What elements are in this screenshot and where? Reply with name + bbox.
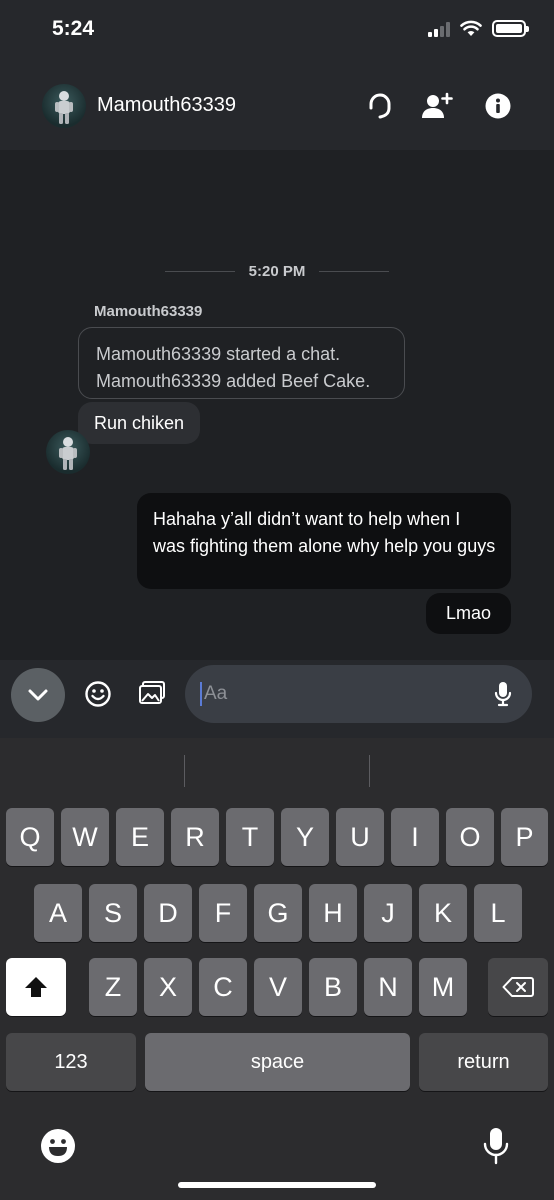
key-h[interactable]: H (309, 884, 357, 942)
space-key[interactable]: space (145, 1033, 410, 1091)
wifi-icon (460, 20, 482, 36)
key-l[interactable]: L (474, 884, 522, 942)
chat-header: Mamouth63339 (0, 62, 554, 150)
return-key[interactable]: return (419, 1033, 548, 1091)
keyboard: Q W E R T Y U I O P A S D F G H J K L Z … (0, 738, 554, 1200)
key-f[interactable]: F (199, 884, 247, 942)
text-caret (200, 682, 202, 706)
key-n[interactable]: N (364, 958, 412, 1016)
astronaut-avatar-icon (59, 437, 77, 470)
emoji-button[interactable] (84, 680, 112, 713)
time-divider-label: 5:20 PM (248, 263, 306, 280)
key-j[interactable]: J (364, 884, 412, 942)
key-s[interactable]: S (89, 884, 137, 942)
divider-line (165, 271, 235, 272)
shift-icon (25, 977, 47, 997)
system-message: Mamouth63339 started a chat. Mamouth6333… (78, 327, 405, 399)
battery-icon (492, 20, 529, 37)
voice-chat-button[interactable] (360, 86, 400, 126)
key-p[interactable]: P (501, 808, 548, 866)
astronaut-avatar-icon (55, 91, 73, 124)
image-icon (139, 681, 165, 704)
key-b[interactable]: B (309, 958, 357, 1016)
system-message-line: Mamouth63339 added Beef Cake. (96, 371, 371, 391)
key-v[interactable]: V (254, 958, 302, 1016)
key-w[interactable]: W (61, 808, 109, 866)
sender-avatar[interactable] (46, 430, 90, 474)
status-time: 5:24 (52, 17, 95, 40)
message-input-placeholder: Aa (204, 683, 228, 704)
sender-name: Mamouth63339 (94, 303, 203, 320)
home-indicator[interactable] (178, 1182, 376, 1188)
key-e[interactable]: E (116, 808, 164, 866)
message-input[interactable]: Aa (185, 665, 532, 723)
divider-line (319, 271, 390, 272)
backspace-icon (502, 977, 534, 997)
shift-key[interactable] (6, 958, 66, 1016)
key-t[interactable]: T (226, 808, 274, 866)
incoming-message[interactable]: Run chiken (78, 402, 201, 444)
info-icon (485, 93, 511, 119)
chat-info-button[interactable] (478, 86, 518, 126)
predictive-text-bar[interactable] (0, 738, 554, 802)
key-g[interactable]: G (254, 884, 302, 942)
headset-icon (369, 93, 391, 119)
emoji-icon (41, 1129, 75, 1163)
microphone-icon (494, 682, 512, 707)
message-list[interactable]: 5:20 PM Mamouth63339 Mamouth63339 starte… (0, 150, 554, 660)
key-x[interactable]: X (144, 958, 192, 1016)
outgoing-message[interactable]: Hahaha y’all didn’t want to help when I … (137, 493, 511, 589)
key-r[interactable]: R (171, 808, 219, 866)
chevron-down-icon (28, 689, 48, 701)
backspace-key[interactable] (488, 958, 548, 1016)
cellular-signal-icon (428, 21, 450, 37)
avatar[interactable] (42, 84, 86, 128)
key-o[interactable]: O (446, 808, 494, 866)
attach-image-button[interactable] (138, 680, 166, 711)
status-bar: 5:24 (0, 0, 554, 62)
emoji-icon (85, 681, 111, 707)
message-input-bar: Aa (0, 660, 554, 738)
key-y[interactable]: Y (281, 808, 329, 866)
key-u[interactable]: U (336, 808, 384, 866)
key-m[interactable]: M (419, 958, 467, 1016)
prediction-divider (369, 755, 370, 787)
key-z[interactable]: Z (89, 958, 137, 1016)
key-i[interactable]: I (391, 808, 439, 866)
key-d[interactable]: D (144, 884, 192, 942)
dictation-button[interactable] (481, 1126, 511, 1171)
keyboard-emoji-button[interactable] (40, 1128, 76, 1169)
microphone-icon (483, 1128, 509, 1165)
numbers-key[interactable]: 123 (6, 1033, 136, 1091)
outgoing-message[interactable]: Lmao (426, 593, 511, 634)
add-friend-icon (422, 92, 453, 118)
prediction-divider (184, 755, 185, 787)
key-q[interactable]: Q (6, 808, 54, 866)
system-message-line: Mamouth63339 started a chat. (96, 344, 341, 364)
key-c[interactable]: C (199, 958, 247, 1016)
collapse-keyboard-button[interactable] (11, 668, 65, 722)
time-divider: 5:20 PM (165, 263, 390, 280)
voice-input-button[interactable] (494, 681, 512, 712)
key-k[interactable]: K (419, 884, 467, 942)
key-a[interactable]: A (34, 884, 82, 942)
status-icons (428, 20, 529, 37)
chat-title[interactable]: Mamouth63339 (97, 94, 236, 117)
add-friend-button[interactable] (417, 86, 457, 126)
